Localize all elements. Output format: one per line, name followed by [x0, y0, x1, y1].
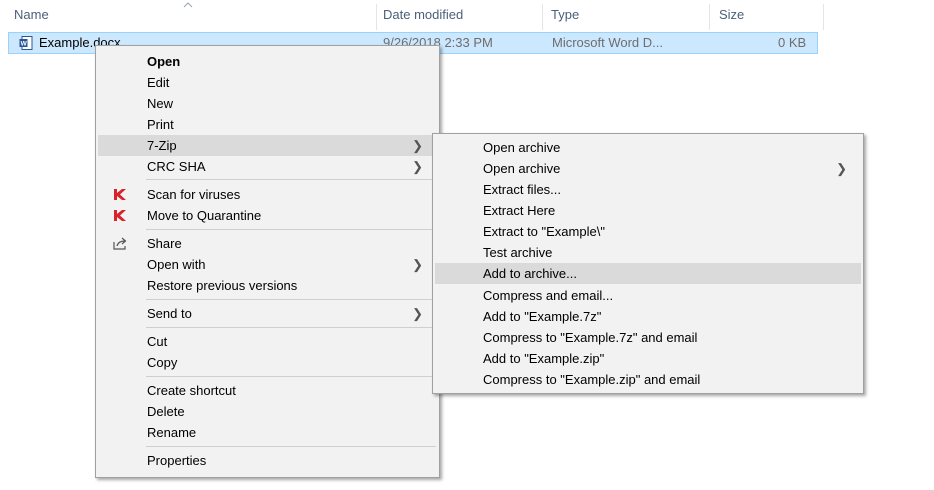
- menu-item-label: Share: [147, 236, 182, 251]
- column-date-modified[interactable]: Date modified: [377, 0, 541, 30]
- menu-item-label: New: [147, 96, 174, 111]
- menu-item-label: Print: [147, 117, 174, 132]
- menu-item-label: Open archive: [483, 161, 561, 176]
- menu-item-label: Open: [147, 54, 181, 69]
- file-type: Microsoft Word D...: [552, 35, 664, 50]
- menu-item-share[interactable]: Share: [98, 233, 437, 254]
- menu-item-label: Scan for viruses: [147, 187, 241, 202]
- word-document-icon: W: [19, 36, 33, 50]
- menu-item-copy[interactable]: Copy: [98, 352, 437, 373]
- submenu-item-test-archive[interactable]: Test archive: [435, 242, 861, 263]
- submenu-item-add-to-7z[interactable]: Add to "Example.7z": [435, 306, 861, 327]
- menu-item-7zip[interactable]: 7-Zip ❯: [98, 135, 437, 156]
- menu-item-create-shortcut[interactable]: Create shortcut: [98, 380, 437, 401]
- menu-item-open-with[interactable]: Open with ❯: [98, 254, 437, 275]
- column-divider[interactable]: [542, 4, 543, 30]
- menu-item-cut[interactable]: Cut: [98, 331, 437, 352]
- submenu-item-open-archive-more[interactable]: Open archive ❯: [435, 158, 861, 179]
- svg-text:W: W: [21, 41, 28, 48]
- menu-separator: [146, 327, 436, 328]
- submenu-item-add-to-zip[interactable]: Add to "Example.zip": [435, 348, 861, 369]
- menu-separator: [146, 376, 436, 377]
- menu-item-rename[interactable]: Rename: [98, 422, 437, 443]
- menu-item-move-to-quarantine[interactable]: Move to Quarantine: [98, 205, 437, 226]
- context-menu: Open Edit New Print 7-Zip ❯ CRC SHA ❯ Scan…: [95, 45, 440, 478]
- submenu-item-open-archive[interactable]: Open archive: [435, 137, 861, 158]
- chevron-right-icon: ❯: [412, 138, 423, 153]
- menu-item-label: Add to "Example.zip": [483, 351, 605, 366]
- menu-item-edit[interactable]: Edit: [98, 72, 437, 93]
- column-divider[interactable]: [709, 4, 710, 30]
- column-name[interactable]: Name: [8, 0, 378, 30]
- file-size: 0 KB: [778, 35, 807, 50]
- submenu-item-add-to-archive[interactable]: Add to archive...: [435, 263, 861, 284]
- column-header: Name Date modified Type Size: [0, 0, 824, 30]
- chevron-right-icon: ❯: [412, 306, 423, 321]
- menu-item-label: Open with: [147, 257, 206, 272]
- menu-item-scan-for-viruses[interactable]: Scan for viruses: [98, 184, 437, 205]
- menu-item-print[interactable]: Print: [98, 114, 437, 135]
- menu-item-label: Compress to "Example.zip" and email: [483, 372, 701, 387]
- menu-item-label: CRC SHA: [147, 159, 206, 174]
- menu-item-crc-sha[interactable]: CRC SHA ❯: [98, 156, 437, 177]
- menu-item-label: Restore previous versions: [147, 278, 298, 293]
- submenu-item-extract-to[interactable]: Extract to "Example\": [435, 221, 861, 242]
- menu-item-label: Delete: [147, 404, 185, 419]
- submenu-item-compress-to-7z-email[interactable]: Compress to "Example.7z" and email: [435, 327, 861, 348]
- kaspersky-icon: [114, 189, 126, 200]
- menu-item-label: Edit: [147, 75, 170, 90]
- menu-item-restore-previous-versions[interactable]: Restore previous versions: [98, 275, 437, 296]
- chevron-right-icon: ❯: [412, 159, 423, 174]
- menu-item-label: Extract files...: [483, 182, 562, 197]
- menu-item-label: Move to Quarantine: [147, 208, 262, 223]
- menu-item-label: Cut: [147, 334, 168, 349]
- submenu-item-extract-here[interactable]: Extract Here: [435, 200, 861, 221]
- menu-item-label: Add to "Example.7z": [483, 309, 602, 324]
- menu-item-label: 7-Zip: [147, 138, 177, 153]
- menu-item-label: Compress and email...: [483, 288, 614, 303]
- menu-item-delete[interactable]: Delete: [98, 401, 437, 422]
- menu-item-send-to[interactable]: Send to ❯: [98, 303, 437, 324]
- menu-item-label: Add to archive...: [483, 266, 577, 281]
- column-size[interactable]: Size: [713, 0, 823, 30]
- menu-item-label: Open archive: [483, 140, 561, 155]
- submenu-item-compress-to-zip-email[interactable]: Compress to "Example.zip" and email: [435, 369, 861, 390]
- menu-item-label: Compress to "Example.7z" and email: [483, 330, 698, 345]
- menu-separator: [146, 229, 436, 230]
- menu-item-label: Create shortcut: [147, 383, 236, 398]
- sort-chevron-icon: [183, 2, 193, 8]
- chevron-right-icon: ❯: [836, 161, 847, 176]
- menu-item-open[interactable]: Open: [98, 51, 437, 72]
- share-icon: [113, 237, 127, 250]
- menu-item-label: Properties: [147, 453, 207, 468]
- column-type[interactable]: Type: [545, 0, 709, 30]
- menu-item-label: Copy: [147, 355, 178, 370]
- menu-item-label: Send to: [147, 306, 192, 321]
- menu-separator: [146, 179, 436, 180]
- column-divider[interactable]: [823, 4, 824, 30]
- submenu-item-extract-files[interactable]: Extract files...: [435, 179, 861, 200]
- menu-item-properties[interactable]: Properties: [98, 450, 437, 471]
- menu-item-label: Rename: [147, 425, 197, 440]
- submenu-item-compress-and-email[interactable]: Compress and email...: [435, 285, 861, 306]
- chevron-right-icon: ❯: [412, 257, 423, 272]
- 7zip-submenu: Open archive Open archive ❯ Extract files…: [432, 133, 864, 394]
- menu-separator: [146, 446, 436, 447]
- menu-item-label: Extract to "Example\": [483, 224, 605, 239]
- menu-item-label: Extract Here: [483, 203, 556, 218]
- kaspersky-icon: [114, 210, 126, 221]
- menu-item-label: Test archive: [483, 245, 553, 260]
- menu-separator: [146, 299, 436, 300]
- menu-item-new[interactable]: New: [98, 93, 437, 114]
